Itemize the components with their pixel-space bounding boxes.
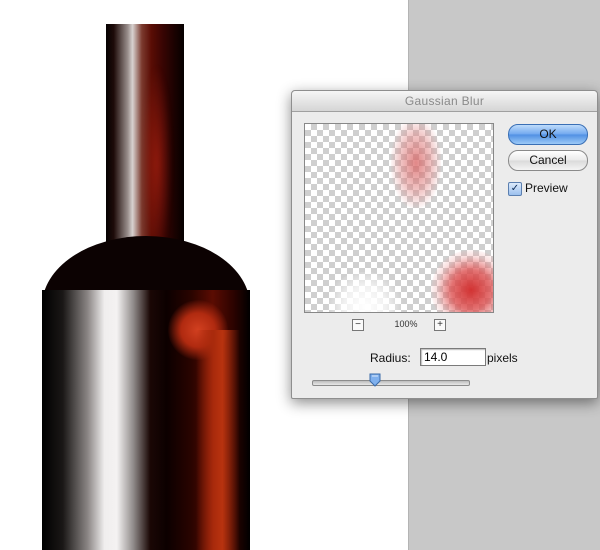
cancel-button[interactable]: Cancel bbox=[508, 150, 588, 171]
preview-label: Preview bbox=[525, 181, 568, 195]
dialog-title[interactable]: Gaussian Blur bbox=[292, 91, 597, 112]
zoom-out-button[interactable]: − bbox=[352, 319, 364, 331]
preview-checkbox[interactable]: ✓ bbox=[508, 182, 522, 196]
bottle-neck bbox=[106, 24, 184, 254]
blur-preview[interactable] bbox=[304, 123, 494, 313]
preview-zoom-controls: − 100% + bbox=[304, 319, 494, 333]
radius-unit-label: pixels bbox=[487, 351, 518, 365]
ok-button[interactable]: OK bbox=[508, 124, 588, 145]
radius-label: Radius: bbox=[370, 351, 411, 365]
preview-blur-spot bbox=[325, 272, 405, 312]
preview-blur-spot bbox=[431, 250, 493, 312]
zoom-in-button[interactable]: + bbox=[434, 319, 446, 331]
zoom-level: 100% bbox=[394, 319, 418, 329]
radius-input[interactable] bbox=[420, 348, 486, 366]
preview-blur-spot bbox=[391, 124, 441, 208]
gaussian-blur-dialog: Gaussian Blur − 100% + OK Cancel ✓ Previ… bbox=[291, 90, 598, 399]
bottle-reflection bbox=[196, 330, 240, 550]
radius-slider-thumb[interactable] bbox=[369, 373, 381, 387]
checkmark-icon: ✓ bbox=[510, 183, 520, 194]
radius-slider-track[interactable] bbox=[312, 380, 470, 386]
